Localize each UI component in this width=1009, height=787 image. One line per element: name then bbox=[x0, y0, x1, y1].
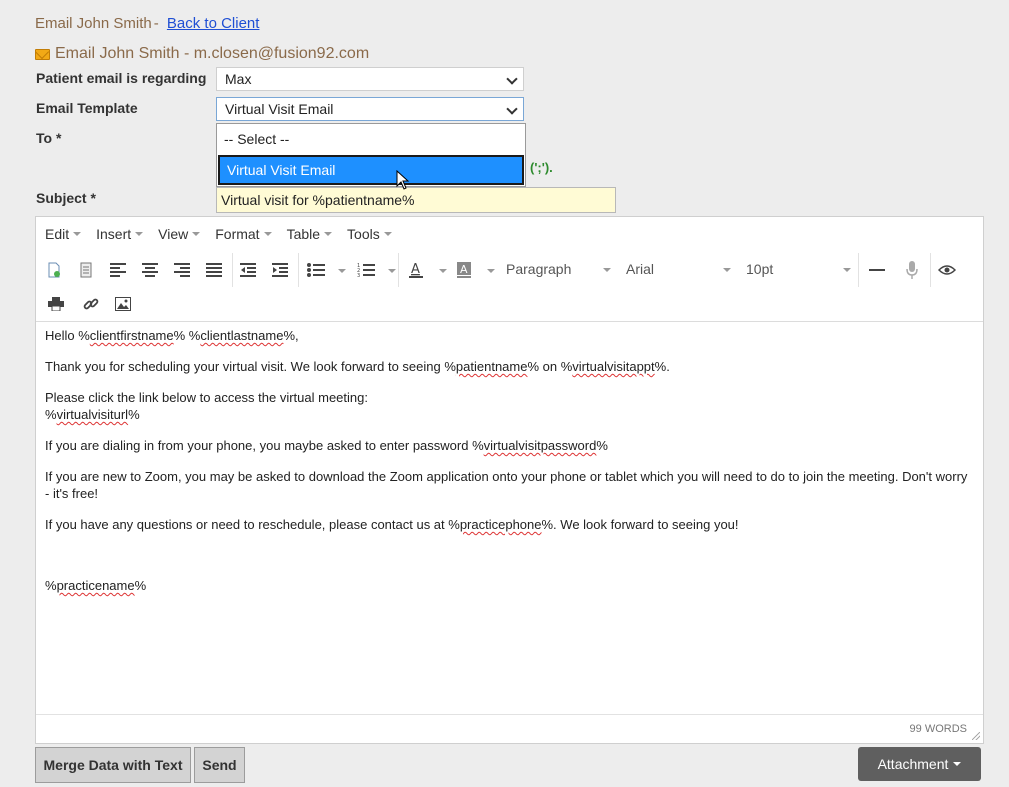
image-icon[interactable] bbox=[111, 293, 135, 315]
align-justify-icon[interactable] bbox=[202, 259, 226, 281]
template-option-virtual-visit[interactable]: Virtual Visit Email bbox=[218, 155, 524, 185]
page-title-text: Email John Smith bbox=[35, 15, 152, 32]
signature-paragraph: %practicename% bbox=[45, 578, 147, 593]
bullet-list-caret[interactable] bbox=[338, 269, 346, 273]
chevron-down-icon bbox=[506, 103, 518, 115]
align-left-icon[interactable] bbox=[106, 259, 130, 281]
background-color-icon[interactable]: A bbox=[452, 259, 476, 281]
send-button[interactable]: Send bbox=[194, 747, 245, 783]
rich-text-editor: Edit Insert View Format Table Tools 1 2 … bbox=[35, 216, 984, 744]
mouse-cursor-icon bbox=[396, 170, 410, 190]
editor-toolbar-row-1: 123 A A Paragraph Arial 10pt bbox=[36, 253, 983, 287]
thanks-paragraph: Thank you for scheduling your virtual vi… bbox=[45, 359, 670, 374]
to-label: To * bbox=[36, 130, 62, 146]
page-title: Email John Smith - Back to Client bbox=[35, 15, 259, 32]
editor-toolbar-row-2 bbox=[36, 287, 983, 321]
text-color-icon[interactable]: A bbox=[404, 259, 428, 281]
zoom-paragraph: If you are new to Zoom, you may be asked… bbox=[45, 469, 968, 501]
greeting-paragraph: Hello %clientfirstname% %clientlastname%… bbox=[45, 328, 299, 343]
editor-statusbar: 99 WORDS bbox=[36, 714, 983, 743]
menu-edit[interactable]: Edit bbox=[45, 226, 82, 242]
chevron-down-icon bbox=[506, 73, 518, 85]
link-icon[interactable] bbox=[79, 293, 103, 315]
regarding-select-value: Max bbox=[225, 71, 252, 87]
paragraph-format-select[interactable]: Paragraph bbox=[506, 261, 611, 277]
subject-label: Subject * bbox=[36, 190, 96, 206]
outdent-icon[interactable] bbox=[236, 259, 260, 281]
template-icon[interactable] bbox=[74, 259, 98, 281]
numbered-list-caret[interactable] bbox=[388, 269, 396, 273]
regarding-select[interactable]: Max bbox=[216, 67, 524, 91]
resize-handle[interactable] bbox=[972, 732, 980, 740]
envelope-icon bbox=[35, 48, 50, 60]
print-icon[interactable] bbox=[44, 293, 68, 315]
regarding-label: Patient email is regarding bbox=[36, 70, 207, 86]
svg-text:3: 3 bbox=[357, 273, 360, 277]
merge-data-button[interactable]: Merge Data with Text bbox=[35, 747, 191, 783]
template-select[interactable]: Virtual Visit Email bbox=[216, 97, 524, 121]
new-document-icon[interactable] bbox=[42, 259, 66, 281]
menu-table[interactable]: Table bbox=[287, 226, 333, 242]
svg-text:A: A bbox=[411, 262, 420, 277]
to-separator-hint: (';'). bbox=[530, 160, 553, 175]
word-count: 99 WORDS bbox=[909, 723, 967, 735]
bullet-list-icon[interactable] bbox=[304, 259, 328, 281]
editor-menubar: Edit Insert View Format Table Tools bbox=[36, 217, 983, 251]
recipient-heading: Email John Smith - m.closen@fusion92.com bbox=[35, 45, 369, 63]
back-to-client-link[interactable]: Back to Client bbox=[167, 15, 260, 32]
menu-view[interactable]: View bbox=[158, 226, 201, 242]
font-family-select[interactable]: Arial bbox=[626, 261, 731, 277]
attachment-button[interactable]: Attachment bbox=[858, 747, 981, 781]
contact-paragraph: If you have any questions or need to res… bbox=[45, 517, 739, 532]
recipient-email-text: Email John Smith - m.closen@fusion92.com bbox=[55, 45, 370, 62]
align-right-icon[interactable] bbox=[170, 259, 194, 281]
attachment-button-label: Attachment bbox=[877, 756, 949, 772]
align-center-icon[interactable] bbox=[138, 259, 162, 281]
horizontal-rule-icon[interactable] bbox=[865, 259, 889, 281]
template-dropdown-list: -- Select -- Virtual Visit Email bbox=[216, 123, 526, 187]
template-label: Email Template bbox=[36, 100, 138, 116]
svg-text:A: A bbox=[460, 263, 468, 276]
menu-format[interactable]: Format bbox=[215, 226, 272, 242]
font-size-select[interactable]: 10pt bbox=[746, 261, 851, 277]
text-color-caret[interactable] bbox=[439, 269, 447, 273]
title-separator: - bbox=[153, 15, 159, 32]
template-option-select[interactable]: -- Select -- bbox=[217, 124, 525, 154]
indent-icon[interactable] bbox=[268, 259, 292, 281]
menu-tools[interactable]: Tools bbox=[347, 226, 392, 242]
menu-insert[interactable]: Insert bbox=[96, 226, 144, 242]
subject-input[interactable]: Virtual visit for %patientname% bbox=[216, 187, 616, 213]
preview-eye-icon[interactable] bbox=[935, 259, 959, 281]
editor-content[interactable]: Hello %clientfirstname% %clientlastname%… bbox=[45, 327, 970, 608]
background-color-caret[interactable] bbox=[487, 269, 495, 273]
link-paragraph: Please click the link below to access th… bbox=[45, 390, 368, 422]
microphone-icon[interactable] bbox=[900, 259, 924, 281]
numbered-list-icon[interactable]: 123 bbox=[354, 259, 378, 281]
caret-down-icon bbox=[953, 762, 962, 766]
password-paragraph: If you are dialing in from your phone, y… bbox=[45, 438, 608, 453]
template-select-value: Virtual Visit Email bbox=[225, 101, 334, 117]
